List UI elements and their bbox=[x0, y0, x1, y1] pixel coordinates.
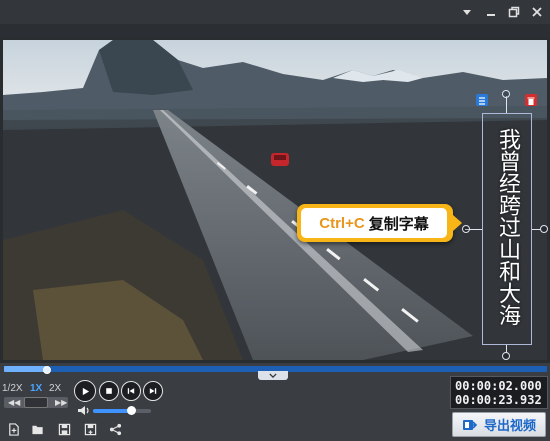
delete-icon[interactable] bbox=[525, 94, 537, 106]
next-icon bbox=[149, 388, 157, 394]
speed-1x[interactable]: 1X bbox=[30, 383, 42, 394]
restore-icon[interactable] bbox=[503, 3, 525, 21]
copy-subtitle-tooltip: Ctrl+C 复制字幕 bbox=[297, 204, 453, 242]
speed-slider-thumb[interactable] bbox=[24, 397, 48, 408]
seek-progress bbox=[4, 366, 48, 372]
tooltip-pointer bbox=[453, 215, 462, 231]
close-icon[interactable] bbox=[526, 3, 548, 21]
speed-slider[interactable]: ◀◀ ▶▶ bbox=[4, 397, 68, 408]
total-time: 00:00:23.932 bbox=[455, 393, 542, 407]
resize-handle-bottom[interactable] bbox=[502, 352, 510, 360]
play-button[interactable] bbox=[74, 380, 96, 402]
subtitle-text[interactable]: 我曾经跨过山和大海 bbox=[483, 128, 531, 338]
current-time: 00:00:02.000 bbox=[455, 379, 542, 393]
rotate-handle[interactable] bbox=[502, 90, 510, 98]
resize-handle-left[interactable] bbox=[462, 225, 470, 233]
playback-controls: 1/2X 1X 2X ◀◀ ▶▶ 00:00:02.000 00:00:23.9… bbox=[0, 363, 550, 441]
export-label: 导出视频 bbox=[483, 418, 536, 433]
open-folder-icon[interactable] bbox=[29, 420, 47, 438]
title-bar bbox=[0, 0, 550, 24]
minimize-icon[interactable] bbox=[480, 3, 502, 21]
seek-knob[interactable] bbox=[43, 366, 52, 374]
share-icon[interactable] bbox=[106, 420, 124, 438]
video-preview[interactable]: Ctrl+C 复制字幕 我曾经跨过山和大海 bbox=[0, 38, 550, 363]
volume-level bbox=[93, 409, 131, 413]
shortcut-label: Ctrl+C bbox=[319, 214, 365, 232]
rewind-icon[interactable]: ◀◀ bbox=[8, 398, 20, 407]
stop-button[interactable] bbox=[99, 381, 119, 401]
play-icon bbox=[82, 387, 89, 395]
volume-slider[interactable] bbox=[93, 406, 151, 415]
fast-forward-icon[interactable]: ▶▶ bbox=[55, 398, 67, 407]
video-frame bbox=[3, 40, 547, 360]
timecode-display: 00:00:02.000 00:00:23.932 bbox=[450, 376, 548, 409]
new-file-icon[interactable] bbox=[4, 420, 22, 438]
subtitle-box[interactable]: 我曾经跨过山和大海 bbox=[482, 113, 532, 345]
previous-frame-button[interactable] bbox=[121, 381, 141, 401]
export-icon bbox=[462, 419, 478, 430]
volume-icon[interactable] bbox=[77, 405, 90, 416]
export-video-button[interactable]: 导出视频 bbox=[452, 412, 546, 437]
dropdown-icon[interactable] bbox=[456, 3, 478, 21]
chevron-down-icon bbox=[269, 373, 277, 378]
subtitle-list-icon[interactable] bbox=[476, 94, 488, 106]
stop-icon bbox=[106, 388, 112, 394]
resize-handle-right[interactable] bbox=[540, 225, 548, 233]
rotate-handle-line bbox=[506, 96, 507, 113]
collapse-toggle[interactable] bbox=[258, 371, 288, 380]
speed-half[interactable]: 1/2X bbox=[2, 383, 23, 394]
volume-knob[interactable] bbox=[126, 406, 136, 415]
previous-icon bbox=[127, 388, 135, 394]
video-editor-window: Ctrl+C 复制字幕 我曾经跨过山和大海 1/2X 1X 2X ◀◀ ▶▶ 0… bbox=[0, 0, 550, 441]
save-as-icon[interactable] bbox=[81, 420, 99, 438]
next-frame-button[interactable] bbox=[143, 381, 163, 401]
tooltip-text: 复制字幕 bbox=[368, 215, 429, 233]
save-icon[interactable] bbox=[55, 420, 73, 438]
speed-selector: 1/2X 1X 2X ◀◀ ▶▶ bbox=[2, 380, 68, 410]
speed-2x[interactable]: 2X bbox=[49, 383, 61, 394]
